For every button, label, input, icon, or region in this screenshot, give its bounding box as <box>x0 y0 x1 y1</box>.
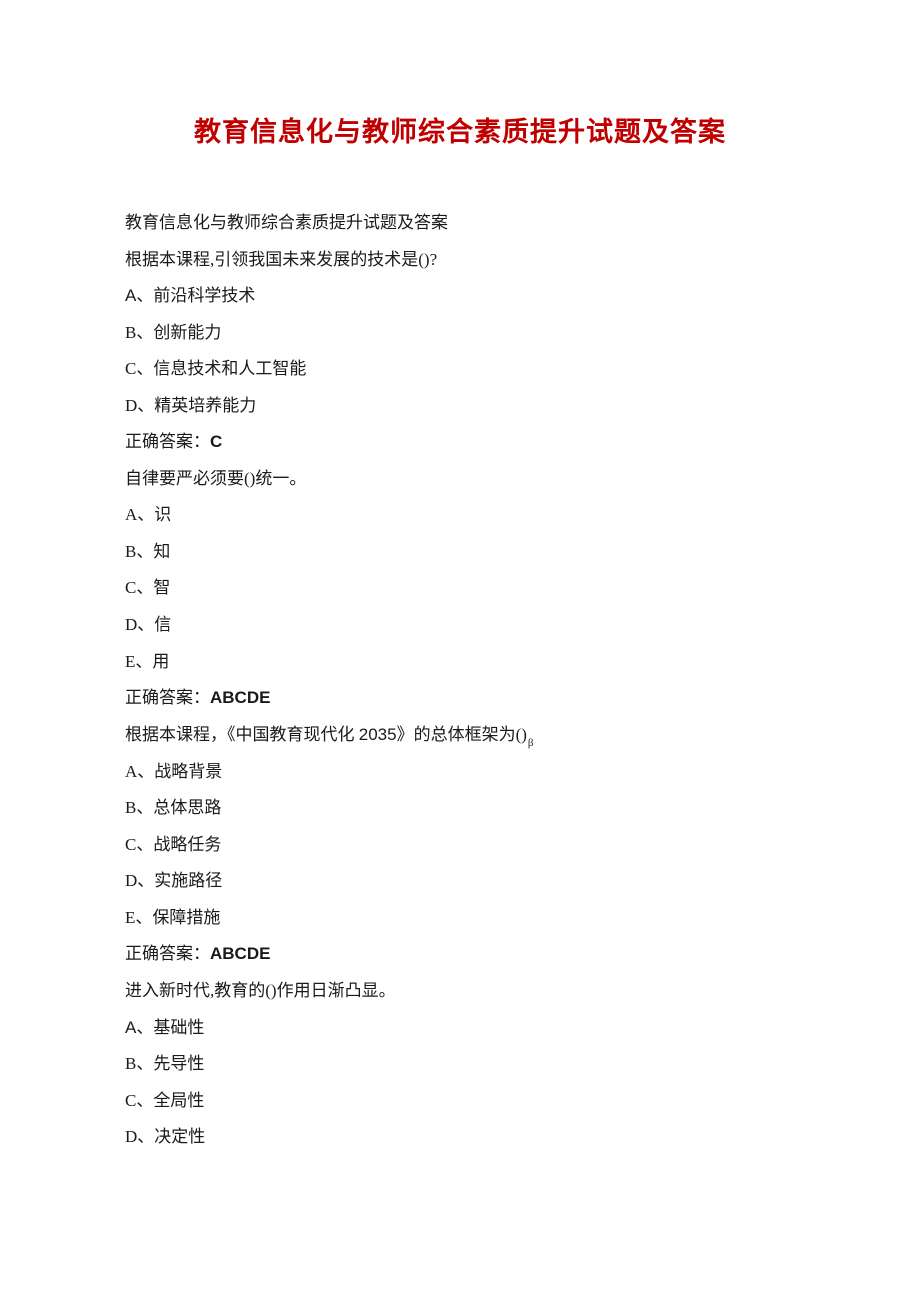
line-text: 进入新时代,教育的()作用日渐凸显。 <box>125 981 396 1000</box>
text-line: B、知 <box>125 534 795 571</box>
option-letter: C <box>125 578 136 597</box>
line-text: 》的总体框架为() <box>397 725 527 744</box>
text-line: C、全局性 <box>125 1083 795 1120</box>
text-line: D、决定性 <box>125 1119 795 1156</box>
line-text: 、智 <box>136 578 170 597</box>
option-letter: B <box>125 798 136 817</box>
option-letter: A <box>125 286 136 305</box>
option-letter: D <box>125 1127 137 1146</box>
text-line: A、前沿科学技术 <box>125 278 795 315</box>
text-line: D、信 <box>125 607 795 644</box>
text-line: 教育信息化与教师综合素质提升试题及答案 <box>125 205 795 242</box>
option-letter: B <box>125 1054 136 1073</box>
option-letter: C <box>125 359 136 378</box>
inline-number: 2035 <box>359 725 397 744</box>
line-text: 、全局性 <box>136 1091 204 1110</box>
option-letter: A <box>125 762 137 781</box>
line-text: 、总体思路 <box>136 798 221 817</box>
text-line: 正确答案：ABCDE <box>125 680 795 717</box>
text-line: 根据本课程,引领我国未来发展的技术是()? <box>125 242 795 279</box>
option-letter: B <box>125 323 136 342</box>
text-line: C、智 <box>125 570 795 607</box>
document-body: 教育信息化与教师综合素质提升试题及答案根据本课程,引领我国未来发展的技术是()?… <box>125 205 795 1156</box>
line-text: 、保障措施 <box>135 908 220 927</box>
line-text: 正确答案： <box>125 432 210 451</box>
text-line: 正确答案：C <box>125 424 795 461</box>
option-letter: D <box>125 615 137 634</box>
text-line: D、实施路径 <box>125 863 795 900</box>
text-line: B、总体思路 <box>125 790 795 827</box>
option-letter: A <box>125 505 137 524</box>
line-text: 、知 <box>136 542 170 561</box>
option-letter: C <box>125 1091 136 1110</box>
text-line: C、战略任务 <box>125 827 795 864</box>
option-letter: A <box>125 1018 136 1037</box>
option-letter: D <box>125 396 137 415</box>
line-text: 、决定性 <box>137 1127 205 1146</box>
text-line: 正确答案：ABCDE <box>125 936 795 973</box>
line-text: 、信 <box>137 615 171 634</box>
text-line: E、用 <box>125 644 795 681</box>
subscript: β <box>528 737 534 749</box>
line-text: 、战略任务 <box>136 835 221 854</box>
option-letter: D <box>125 871 137 890</box>
line-text: 、信息技术和人工智能 <box>136 359 306 378</box>
line-text: 、识 <box>137 505 171 524</box>
answer-value: ABCDE <box>210 688 270 707</box>
line-text: 、先导性 <box>136 1054 204 1073</box>
line-text: 正确答案： <box>125 688 210 707</box>
option-letter: B <box>125 542 136 561</box>
line-text: 、前沿科学技术 <box>136 286 255 305</box>
line-text: 正确答案： <box>125 944 210 963</box>
line-text: 、战略背景 <box>137 762 222 781</box>
text-line: E、保障措施 <box>125 900 795 937</box>
document-title: 教育信息化与教师综合素质提升试题及答案 <box>125 110 795 149</box>
line-text: 、精英培养能力 <box>137 396 256 415</box>
line-text: 教育信息化与教师综合素质提升试题及答案 <box>125 213 448 232</box>
text-line: B、先导性 <box>125 1046 795 1083</box>
line-text: 、基础性 <box>136 1018 204 1037</box>
text-line: A、战略背景 <box>125 754 795 791</box>
line-text: 根据本课程，《中国教育现代化 <box>125 725 359 744</box>
text-line: B、创新能力 <box>125 315 795 352</box>
text-line: D、精英培养能力 <box>125 388 795 425</box>
line-text: 、用 <box>135 652 169 671</box>
answer-value: C <box>210 432 222 451</box>
line-text: 根据本课程,引领我国未来发展的技术是()? <box>125 250 437 269</box>
line-text: 、创新能力 <box>136 323 221 342</box>
line-text: 自律要严必须要()统一。 <box>125 469 306 488</box>
text-line: C、信息技术和人工智能 <box>125 351 795 388</box>
option-letter: C <box>125 835 136 854</box>
text-line: A、识 <box>125 497 795 534</box>
text-line: 进入新时代,教育的()作用日渐凸显。 <box>125 973 795 1010</box>
text-line: 根据本课程，《中国教育现代化 2035》的总体框架为()β <box>125 717 795 754</box>
text-line: 自律要严必须要()统一。 <box>125 461 795 498</box>
answer-value: ABCDE <box>210 944 270 963</box>
option-letter: E <box>125 908 135 927</box>
option-letter: E <box>125 652 135 671</box>
text-line: A、基础性 <box>125 1010 795 1047</box>
line-text: 、实施路径 <box>137 871 222 890</box>
